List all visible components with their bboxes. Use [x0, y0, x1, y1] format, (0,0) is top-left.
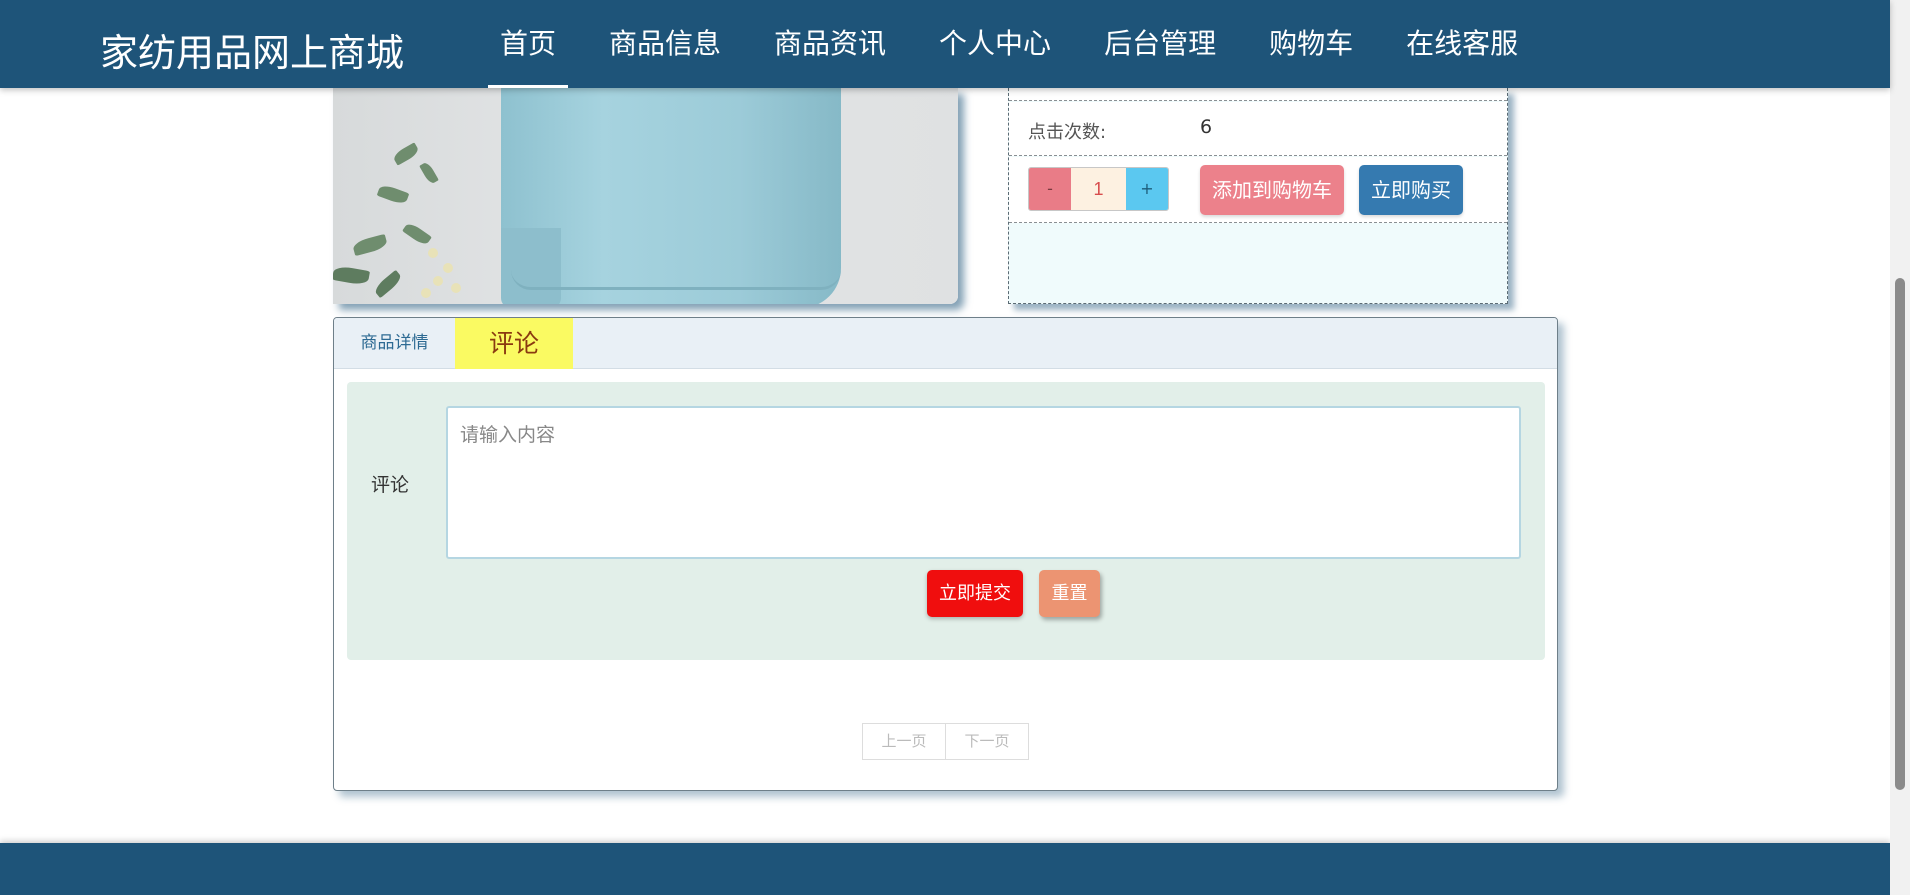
- prev-page-button[interactable]: 上一页: [862, 723, 946, 760]
- quantity-stepper: - +: [1028, 167, 1169, 211]
- review-label: 评论: [371, 474, 410, 496]
- add-to-cart-button[interactable]: 添加到购物车: [1200, 165, 1344, 215]
- product-image: [333, 88, 958, 304]
- reset-button[interactable]: 重置: [1039, 570, 1100, 617]
- nav-item-home[interactable]: 首页: [488, 0, 569, 88]
- nav-item-user-center[interactable]: 个人中心: [927, 0, 1063, 88]
- quantity-decrease-button[interactable]: -: [1029, 168, 1071, 210]
- nav-item-customer-service[interactable]: 在线客服: [1394, 0, 1530, 88]
- next-page-button[interactable]: 下一页: [945, 723, 1029, 760]
- quantity-increase-button[interactable]: +: [1126, 168, 1168, 210]
- buy-now-button[interactable]: 立即购买: [1359, 165, 1463, 215]
- nav-item-admin[interactable]: 后台管理: [1092, 0, 1228, 88]
- top-navbar: 家纺用品网上商城 首页 商品信息 商品资讯 个人中心 后台管理 购物车 在线客服: [0, 0, 1890, 88]
- clicks-row: 点击次数: 6: [1009, 102, 1507, 156]
- quantity-input[interactable]: [1071, 168, 1126, 210]
- actions-row: - + 添加到购物车 立即购买: [1009, 157, 1507, 223]
- tab-bar: 商品详情 评论: [334, 318, 1557, 369]
- footer: [0, 843, 1890, 895]
- product-tabs-card: 商品详情 评论 评论 立即提交 重置 上一页 下一页: [333, 317, 1558, 791]
- main-nav: 首页 商品信息 商品资讯 个人中心 后台管理 购物车 在线客服: [488, 0, 1559, 88]
- nav-item-news[interactable]: 商品资讯: [762, 0, 898, 88]
- review-textarea[interactable]: [446, 406, 1521, 559]
- review-form: 评论 立即提交 重置: [347, 382, 1545, 660]
- scrollbar-thumb[interactable]: [1895, 278, 1905, 790]
- clicks-value: 6: [1200, 116, 1213, 138]
- clicks-label: 点击次数:: [1028, 122, 1107, 143]
- nav-item-cart[interactable]: 购物车: [1257, 0, 1365, 88]
- product-info-panel: 点击次数: 6 - + 添加到购物车 立即购买: [1008, 88, 1508, 304]
- site-brand[interactable]: 家纺用品网上商城: [100, 22, 404, 77]
- pagination: 上一页 下一页: [862, 723, 1029, 760]
- tab-product-detail[interactable]: 商品详情: [334, 318, 455, 369]
- page-scrollbar[interactable]: [1890, 0, 1910, 895]
- submit-review-button[interactable]: 立即提交: [927, 570, 1023, 617]
- tab-review[interactable]: 评论: [455, 318, 573, 369]
- nav-item-products[interactable]: 商品信息: [597, 0, 733, 88]
